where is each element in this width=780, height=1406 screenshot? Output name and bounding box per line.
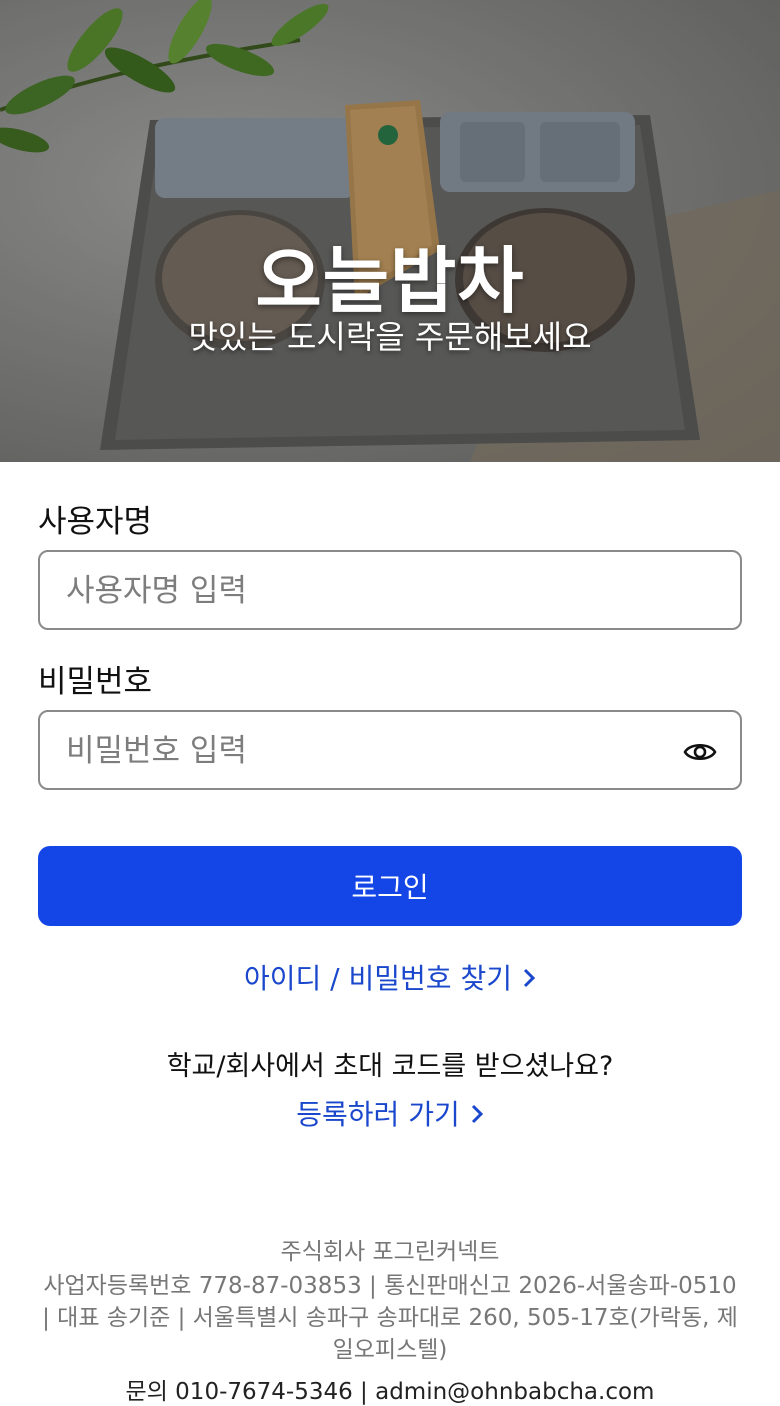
chevron-right-icon [522, 964, 536, 997]
register-label: 등록하러 가기 [296, 1098, 460, 1131]
login-button[interactable]: 로그인 [38, 846, 742, 926]
password-input[interactable] [64, 712, 668, 790]
username-input[interactable] [64, 552, 668, 630]
footer-business-info: 사업자등록번호 778-87-03853 | 통신판매신고 2026-서울송파-… [42, 1273, 738, 1363]
password-field [38, 710, 742, 790]
register-link[interactable]: 등록하러 가기 [0, 1093, 780, 1133]
username-field [38, 550, 742, 630]
footer-contact: 문의 010-7674-5346 | admin@ohnbabcha.com [125, 1379, 655, 1405]
find-account-label: 아이디 / 비밀번호 찾기 [244, 962, 512, 995]
chevron-right-icon [470, 1100, 484, 1133]
find-account-link[interactable]: 아이디 / 비밀번호 찾기 [0, 957, 780, 997]
password-label: 비밀번호 [38, 664, 153, 700]
hero-banner: 오늘밥차 맛있는 도시락을 주문해보세요 [0, 0, 780, 462]
username-label: 사용자명 [38, 504, 153, 540]
eye-icon[interactable] [682, 734, 718, 770]
invite-question: 학교/회사에서 초대 코드를 받으셨나요? [166, 1051, 614, 1082]
footer-company: 주식회사 포그린커넥트 [280, 1239, 500, 1265]
app-subtitle: 맛있는 도시락을 주문해보세요 [188, 318, 592, 356]
